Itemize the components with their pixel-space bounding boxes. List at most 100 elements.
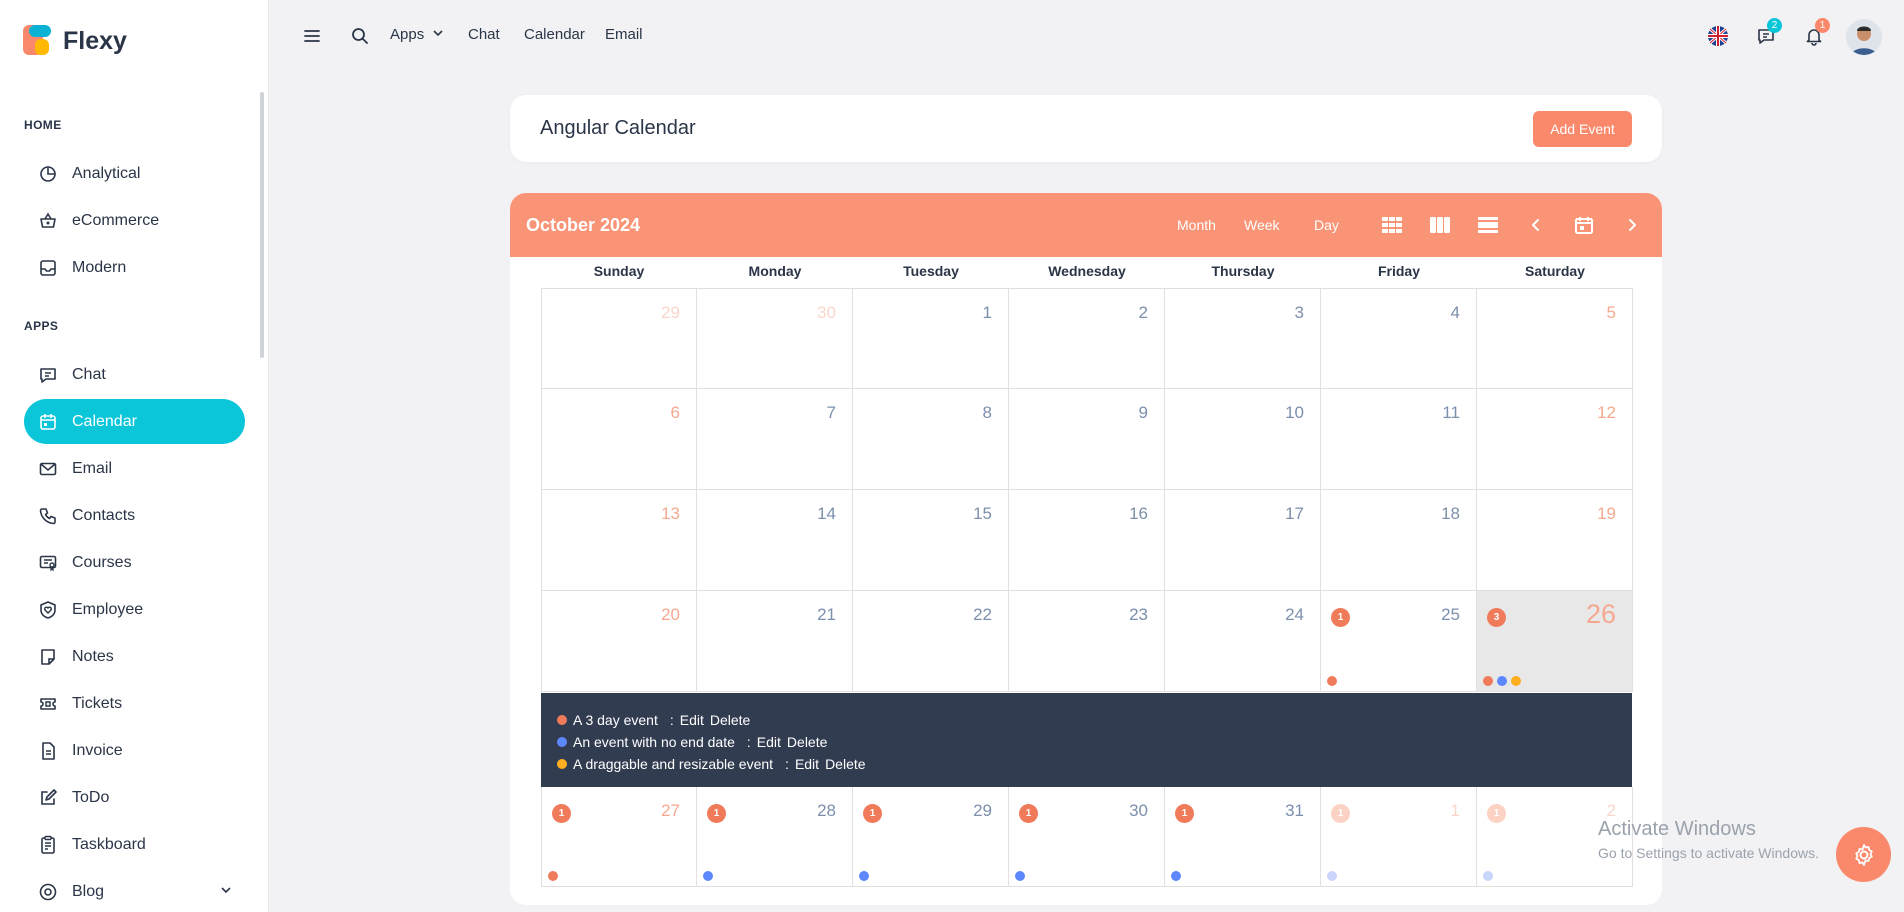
calendar-day-cell[interactable]: 11 [1321, 389, 1477, 490]
calendar-day-cell[interactable]: 15 [853, 490, 1009, 591]
sidebar-item-employee[interactable]: Employee [24, 587, 245, 632]
calendar-day-cell[interactable]: 11 [1321, 787, 1477, 887]
view-day-button[interactable]: Day [1314, 217, 1339, 233]
calendar-day-cell[interactable]: 6 [541, 389, 697, 490]
calendar-day-cell[interactable]: 20 [541, 591, 697, 692]
calendar-day-cell[interactable]: 7 [697, 389, 853, 490]
topbar-link-chat[interactable]: Chat [468, 26, 500, 43]
chevron-left-icon[interactable] [1524, 213, 1548, 237]
user-avatar[interactable] [1846, 19, 1882, 55]
sidebar-item-blog[interactable]: Blog [24, 869, 245, 912]
calendar-day-cell[interactable]: 29 1 [853, 787, 1009, 887]
event-dot[interactable] [1327, 871, 1337, 881]
calendar-day-cell[interactable]: 28 1 [697, 787, 853, 887]
calendar-day-cell[interactable]: 8 [853, 389, 1009, 490]
event-title[interactable]: A draggable and resizable event [573, 756, 773, 772]
sidebar-item-tickets[interactable]: Tickets [24, 681, 245, 726]
event-edit-link[interactable]: Edit [757, 734, 781, 750]
calendar-day-cell[interactable]: 27 1 [541, 787, 697, 887]
calendar-day-cell[interactable]: 29 [541, 288, 697, 389]
calendar-day-cell[interactable]: 4 [1321, 288, 1477, 389]
topbar-link-apps[interactable]: Apps [390, 26, 444, 43]
day-rows-icon[interactable] [1476, 213, 1500, 237]
sidebar-item-chat[interactable]: Chat [24, 352, 245, 397]
calendar-day-cell[interactable]: 5 [1477, 288, 1633, 389]
event-edit-link[interactable]: Edit [795, 756, 819, 772]
event-dot[interactable] [1015, 871, 1025, 881]
sidebar-item-notes[interactable]: Notes [24, 634, 245, 679]
calendar-day-cell[interactable]: 17 [1165, 490, 1321, 591]
language-flag-icon[interactable] [1706, 24, 1730, 48]
calendar-day-cell[interactable]: 3 [1165, 288, 1321, 389]
calendar-day-cell[interactable]: 23 [1009, 591, 1165, 692]
week-columns-icon[interactable] [1428, 213, 1452, 237]
event-row: A 3 day event: Edit Delete [557, 709, 1632, 731]
sidebar-item-todo[interactable]: ToDo [24, 775, 245, 820]
sidebar-item-contacts[interactable]: Contacts [24, 493, 245, 538]
calendar-day-cell[interactable]: 26 3 [1477, 591, 1633, 692]
sidebar-item-modern[interactable]: Modern [24, 245, 245, 290]
sidebar-item-invoice[interactable]: Invoice [24, 728, 245, 773]
calendar-day-cell[interactable]: 30 [697, 288, 853, 389]
topbar-link-calendar[interactable]: Calendar [524, 26, 585, 43]
sidebar-item-courses[interactable]: Courses [24, 540, 245, 585]
calendar-day-cell[interactable]: 12 [1477, 389, 1633, 490]
calendar-day-cell[interactable]: 22 [853, 591, 1009, 692]
sidebar-item-calendar[interactable]: Calendar [24, 399, 245, 444]
chevron-down-icon[interactable] [219, 883, 233, 902]
calendar-day-cell[interactable]: 9 [1009, 389, 1165, 490]
calendar-day-cell[interactable]: 21 [697, 591, 853, 692]
calendar-day-cell[interactable]: 16 [1009, 490, 1165, 591]
calendar-day-cell[interactable]: 10 [1165, 389, 1321, 490]
event-delete-link[interactable]: Delete [825, 756, 865, 772]
search-icon[interactable] [348, 24, 372, 48]
chevron-right-icon[interactable] [1620, 213, 1644, 237]
shield-heart-icon [38, 600, 58, 620]
event-edit-link[interactable]: Edit [680, 712, 704, 728]
event-dot[interactable] [1171, 871, 1181, 881]
today-calendar-icon[interactable] [1572, 213, 1596, 237]
event-dot[interactable] [859, 871, 869, 881]
event-dot[interactable] [1511, 676, 1521, 686]
view-week-button[interactable]: Week [1244, 217, 1280, 233]
add-event-button[interactable]: Add Event [1533, 111, 1632, 147]
sidebar-item-email[interactable]: Email [24, 446, 245, 491]
event-count-badge: 1 [1175, 804, 1194, 823]
sidebar-item-analytical[interactable]: Analytical [24, 151, 245, 196]
calendar-day-cell[interactable]: 2 [1009, 288, 1165, 389]
brand[interactable]: Flexy [23, 25, 127, 57]
event-dot[interactable] [1483, 871, 1493, 881]
event-dot[interactable] [1327, 676, 1337, 686]
sidebar-scrollbar[interactable] [260, 92, 264, 358]
day-number: 14 [817, 504, 836, 523]
view-month-button[interactable]: Month [1177, 217, 1216, 233]
event-delete-link[interactable]: Delete [710, 712, 750, 728]
calendar-day-cell[interactable]: 30 1 [1009, 787, 1165, 887]
weekday-label: Friday [1377, 263, 1420, 279]
day-number: 10 [1285, 403, 1304, 422]
calendar-day-cell[interactable]: 24 [1165, 591, 1321, 692]
calendar-day-cell[interactable]: 13 [541, 490, 697, 591]
calendar-day-cell[interactable]: 31 1 [1165, 787, 1321, 887]
month-grid-icon[interactable] [1380, 213, 1404, 237]
topbar-link-email[interactable]: Email [605, 26, 643, 43]
weekday-label: Tuesday [903, 263, 959, 279]
sidebar-item-label: Modern [72, 258, 127, 276]
event-dot[interactable] [703, 871, 713, 881]
calendar-day-cell[interactable]: 18 [1321, 490, 1477, 591]
event-title[interactable]: A 3 day event [573, 712, 658, 728]
calendar-day-cell[interactable]: 25 1 [1321, 591, 1477, 692]
sidebar-item-taskboard[interactable]: Taskboard [24, 822, 245, 867]
event-delete-link[interactable]: Delete [787, 734, 827, 750]
calendar-day-cell[interactable]: 14 [697, 490, 853, 591]
event-dot[interactable] [548, 871, 558, 881]
event-dot[interactable] [1497, 676, 1507, 686]
calendar-day-cell[interactable]: 1 [853, 288, 1009, 389]
event-dot[interactable] [1483, 676, 1493, 686]
calendar-day-cell[interactable]: 19 [1477, 490, 1633, 591]
event-title[interactable]: An event with no end date [573, 734, 735, 750]
settings-fab[interactable] [1836, 827, 1891, 882]
sidebar-item-ecommerce[interactable]: eCommerce [24, 198, 245, 243]
menu-icon[interactable] [300, 24, 324, 48]
sidebar-item-label: Taskboard [72, 835, 146, 853]
